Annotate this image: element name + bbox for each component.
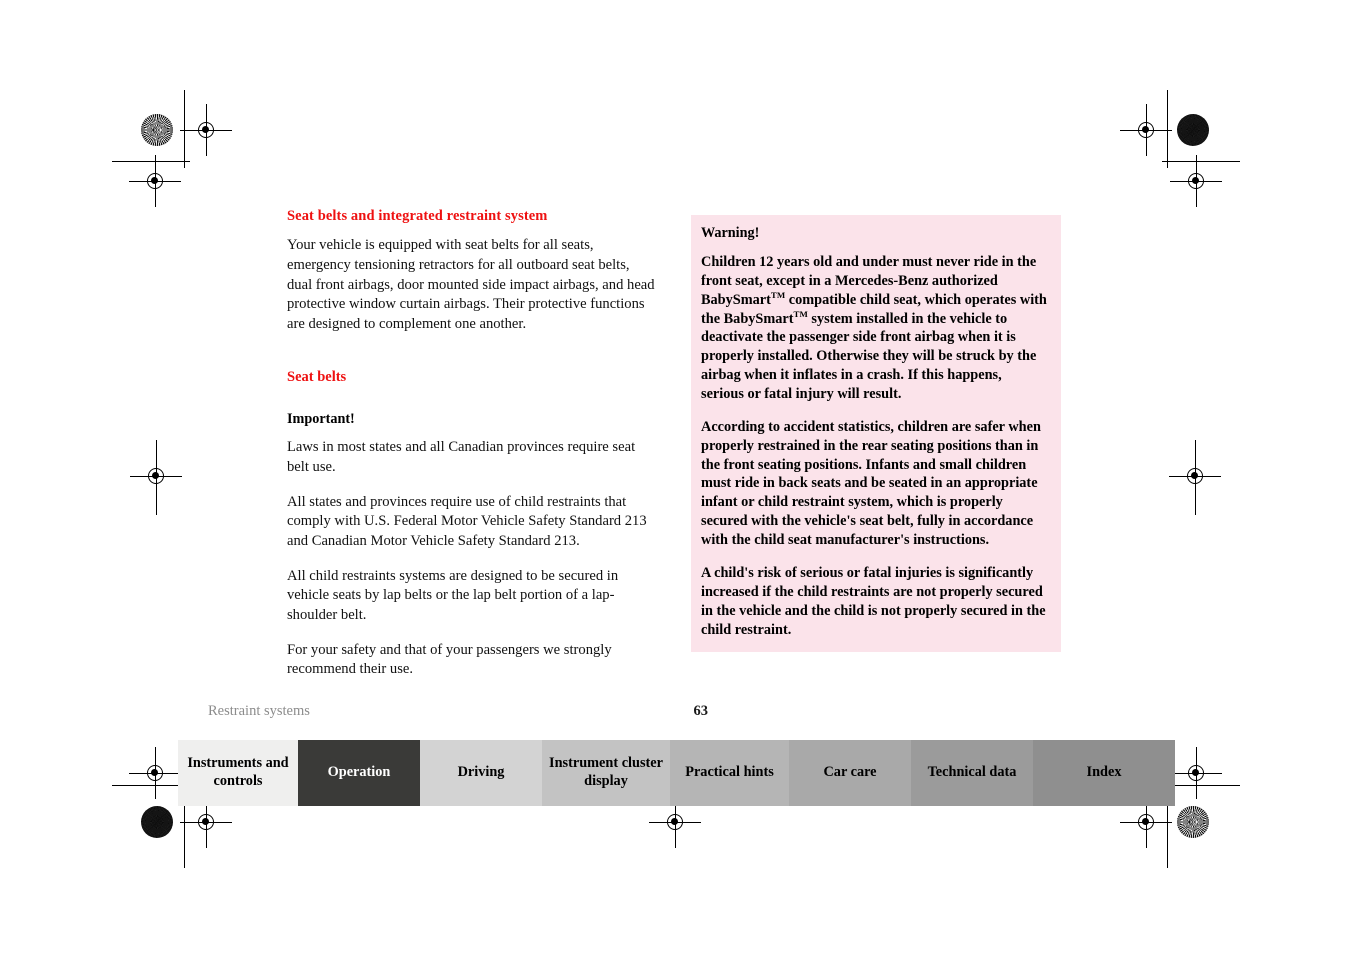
warning-title: Warning! [701,225,760,241]
tab-label: Practical hints [685,764,774,781]
warning-paragraph-1: Children 12 years old and under must nev… [701,253,1048,404]
tab-label: Instruments and controls [187,755,289,789]
trademark-symbol: TM [770,289,786,300]
trademark-symbol: TM [793,308,808,319]
warning-box: Warning! Children 12 years old and under… [691,215,1061,653]
tab-index[interactable]: Index [1033,740,1175,806]
tab-instruments-and-controls[interactable]: Instruments and controls [178,740,298,806]
tab-driving[interactable]: Driving [420,740,542,806]
page-footer: Restraint systems 63 [208,703,708,720]
section-tab-bar[interactable]: Instruments and controls Operation Driving… [178,740,1175,806]
running-head: Restraint systems [208,703,310,719]
body-paragraph: Laws in most states and all Canadian pro… [287,439,636,475]
tab-label: Driving [457,764,505,781]
tab-practical-hints[interactable]: Practical hints [670,740,789,806]
tab-operation[interactable]: Operation [298,740,420,806]
section-heading: Seat belts and integrated restraint syst… [287,208,548,224]
tab-car-care[interactable]: Car care [789,740,911,806]
page-number: 63 [693,703,709,719]
intro-paragraph: Your vehicle is equipped with seat belts… [287,237,655,333]
body-paragraph: All states and provinces require use of … [287,493,647,549]
warning-paragraph-2: According to accident statistics, childr… [701,418,1041,549]
tab-label: Car care [823,764,877,781]
important-label: Important! [287,411,355,428]
tab-label: Index [1086,764,1122,781]
body-paragraph: For your safety and that of your passeng… [287,641,612,678]
manual-page: Seat belts and integrated restraint syst… [0,0,1351,954]
tab-technical-data[interactable]: Technical data [911,740,1033,806]
tab-label: Technical data [927,764,1017,781]
right-column: Warning! Children 12 years old and under… [691,215,1061,653]
sub-heading-seat-belts: Seat belts [287,368,347,385]
tab-label: Operation [327,764,391,781]
tab-instrument-cluster-display[interactable]: Instrument cluster display [542,740,670,806]
body-paragraph: All child restraints systems are designe… [287,567,619,624]
tab-label: Instrument cluster display [549,755,663,789]
left-text-column: Seat belts and integrated restraint syst… [287,208,657,680]
warning-paragraph-3: A child's risk of serious or fatal injur… [701,564,1046,638]
